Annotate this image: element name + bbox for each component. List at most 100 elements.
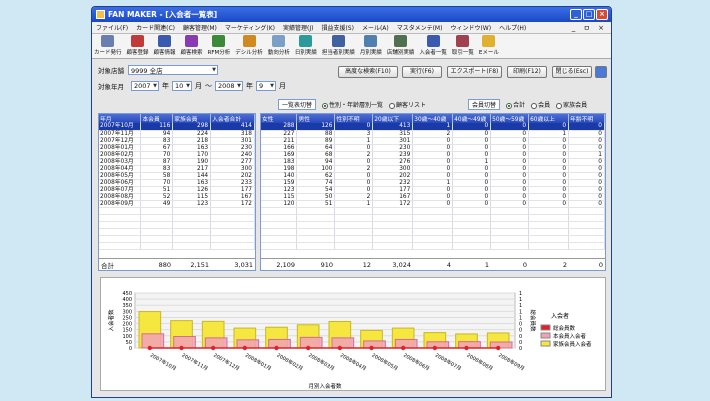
table-cell: 1 xyxy=(412,123,454,131)
toolbar-button-1[interactable]: 顧客登録 xyxy=(127,35,149,56)
table-cell: 0 xyxy=(528,200,570,208)
toolbar-button-3[interactable]: 顧客検索 xyxy=(181,35,203,56)
close-form-button[interactable]: 閉じる(Esc) xyxy=(552,66,592,78)
menu-item-8[interactable]: ウィンドウ(W) xyxy=(450,23,491,32)
column-header[interactable]: 60歳以上 xyxy=(528,114,570,123)
table-cell: 0 xyxy=(452,179,492,187)
table-row[interactable]: 2007年12月 83 218 301 xyxy=(99,137,255,145)
total-cell: 4 xyxy=(446,260,451,269)
menu-item-2[interactable]: 顧客管理(M) xyxy=(183,23,217,32)
column-header[interactable]: 50歳～59歳 xyxy=(490,114,530,123)
table-row[interactable]: 2008年02月 70 170 240 xyxy=(99,151,255,159)
radio-gender-age[interactable]: 性別・年齢層別一覧 xyxy=(322,100,383,109)
table-row[interactable]: 2008年06月 70 163 233 xyxy=(99,179,255,187)
column-header[interactable]: 20歳以下 xyxy=(372,114,414,123)
toolbar-button-8[interactable]: 担当者別実績 xyxy=(322,35,355,56)
toolbar-button-5[interactable]: デシル分析 xyxy=(235,35,263,56)
table-cell: 115 xyxy=(172,193,212,201)
table-cell: 227 xyxy=(261,130,298,138)
table-row[interactable]: 2007年10月 116 298 414 xyxy=(99,123,255,131)
toolbar-button-12[interactable]: 取引一覧 xyxy=(452,35,474,56)
menu-item-4[interactable]: 実績管理(J) xyxy=(283,23,313,32)
column-header[interactable]: 30歳～40歳 xyxy=(412,114,454,123)
table-cell: 233 xyxy=(210,179,255,187)
table-row[interactable]: 123 54 0 177 0 0 0 0 0 xyxy=(261,186,605,194)
to-year-select[interactable]: 2008 xyxy=(215,81,243,91)
table-cell: 0 xyxy=(452,130,492,138)
table-row[interactable]: 198 100 2 300 0 0 0 0 0 xyxy=(261,165,605,173)
tilde: ～ xyxy=(205,82,212,90)
table-row[interactable]: 2008年01月 67 163 230 xyxy=(99,144,255,152)
table-row[interactable]: 166 64 0 230 0 0 0 0 0 xyxy=(261,144,605,152)
column-header[interactable]: 40歳～49歳 xyxy=(452,114,492,123)
table-row[interactable]: 120 51 1 172 0 0 0 0 0 xyxy=(261,200,605,208)
total-cell: 880 xyxy=(158,260,171,269)
column-header[interactable]: 女性 xyxy=(261,114,298,123)
table-row[interactable]: 2008年04月 83 217 300 xyxy=(99,165,255,173)
table-row[interactable]: 2008年03月 87 190 277 xyxy=(99,158,255,166)
toolbar-button-9[interactable]: 月別実績 xyxy=(360,35,382,56)
toolbar-button-13[interactable]: Eメール xyxy=(479,35,499,56)
menu-item-3[interactable]: マーケティング(K) xyxy=(225,23,275,32)
close-button[interactable]: × xyxy=(596,9,608,20)
toolbar-button-11[interactable]: 入会者一覧 xyxy=(419,35,447,56)
column-header[interactable]: 家族会員 xyxy=(172,114,212,123)
menu-item-1[interactable]: カード関連(C) xyxy=(136,23,175,32)
table-row[interactable]: 227 88 3 315 2 0 0 1 0 xyxy=(261,130,605,138)
menu-item-5[interactable]: 損益支援(S) xyxy=(321,23,354,32)
toolbar-button-6[interactable]: 動向分析 xyxy=(268,35,290,56)
column-header[interactable]: 性別不明 xyxy=(334,114,374,123)
table-row[interactable]: 159 74 0 232 1 0 0 0 0 xyxy=(261,179,605,187)
radio-member[interactable]: 会員 xyxy=(531,100,550,109)
point-total xyxy=(464,345,469,351)
toolbar-button-4[interactable]: RFM分析 xyxy=(208,35,230,56)
monthly-grid[interactable]: 年月 本会員 家族会員 入会者合計 2007年10月 116 298 414 2007年11月 9… xyxy=(98,113,256,271)
x-tick-label: 2008年01月 xyxy=(244,352,273,373)
table-row[interactable]: 2008年07月 51 126 177 xyxy=(99,186,255,194)
column-header[interactable]: 入会者合計 xyxy=(210,114,255,123)
export-button[interactable]: エクスポート(F8) xyxy=(447,66,502,78)
toolbar-button-7[interactable]: 日別実績 xyxy=(295,35,317,56)
column-header[interactable]: 本会員 xyxy=(140,114,174,123)
table-row[interactable]: 2008年05月 58 144 202 xyxy=(99,172,255,180)
run-button[interactable]: 実行(F6) xyxy=(402,66,442,78)
column-header[interactable]: 年月 xyxy=(99,114,142,123)
table-row[interactable]: 115 50 2 167 0 0 0 0 0 xyxy=(261,193,605,201)
chart-panel: 450 400 350 300 250 200 150 100 50 0 1 1 1 1 1 0 0 0 0 0 入会者… xyxy=(100,277,606,391)
table-row[interactable]: 2008年08月 52 115 167 xyxy=(99,193,255,201)
menu-item-7[interactable]: マスタメンテ(M) xyxy=(397,23,443,32)
table-row[interactable]: 169 68 2 239 0 0 0 0 1 xyxy=(261,151,605,159)
bar-member xyxy=(426,341,450,349)
toolbar-button-2[interactable]: 顧客情報 xyxy=(154,35,176,56)
radio-family[interactable]: 家族会員 xyxy=(556,100,587,109)
toolbar-button-0[interactable]: カード発行 xyxy=(94,35,122,56)
from-month-select[interactable]: 10 xyxy=(172,81,192,91)
radio-total[interactable]: 合計 xyxy=(506,100,525,109)
mdi-controls[interactable]: _ ㅁ × xyxy=(572,23,607,33)
to-month-select[interactable]: 9 xyxy=(256,81,276,91)
menu-item-6[interactable]: メール(A) xyxy=(362,23,389,32)
menu-item-9[interactable]: ヘルプ(H) xyxy=(499,23,526,32)
maximize-button[interactable]: □ xyxy=(583,9,595,20)
minimize-button[interactable]: _ xyxy=(570,9,582,20)
radio-customer-list[interactable]: 顧客リスト xyxy=(389,100,426,109)
column-header[interactable]: 年齢不明 xyxy=(568,114,605,123)
help-icon[interactable] xyxy=(595,66,607,78)
table-row[interactable]: 288 126 0 413 1 0 0 0 0 xyxy=(261,123,605,131)
menu-item-0[interactable]: ファイル(F) xyxy=(96,23,128,32)
store-select[interactable]: 9999 全店 xyxy=(128,65,218,75)
toolbar-label: 顧客情報 xyxy=(153,50,176,56)
table-row[interactable]: 2008年09月 49 123 172 xyxy=(99,200,255,208)
table-cell: 1 xyxy=(334,137,374,145)
breakdown-grid[interactable]: 女性 男性 性別不明 20歳以下 30歳～40歳 40歳～49歳 50歳～59歳 60歳以上年… xyxy=(260,113,606,271)
toolbar-button-10[interactable]: 店舗別実績 xyxy=(387,35,414,56)
advanced-search-button[interactable]: 高度な検索(F10) xyxy=(338,66,398,78)
table-row[interactable]: 2007年11月 94 224 318 xyxy=(99,130,255,138)
table-row[interactable]: 211 89 1 301 0 0 0 0 0 xyxy=(261,137,605,145)
table-row[interactable]: 183 94 0 276 0 1 0 0 0 xyxy=(261,158,605,166)
from-year-select[interactable]: 2007 xyxy=(131,81,159,91)
print-button[interactable]: 印刷(F12) xyxy=(507,66,547,78)
column-header[interactable]: 男性 xyxy=(296,114,336,123)
table-row[interactable]: 140 62 0 202 0 0 0 0 0 xyxy=(261,172,605,180)
table-cell: 2008年08月 xyxy=(99,193,142,201)
